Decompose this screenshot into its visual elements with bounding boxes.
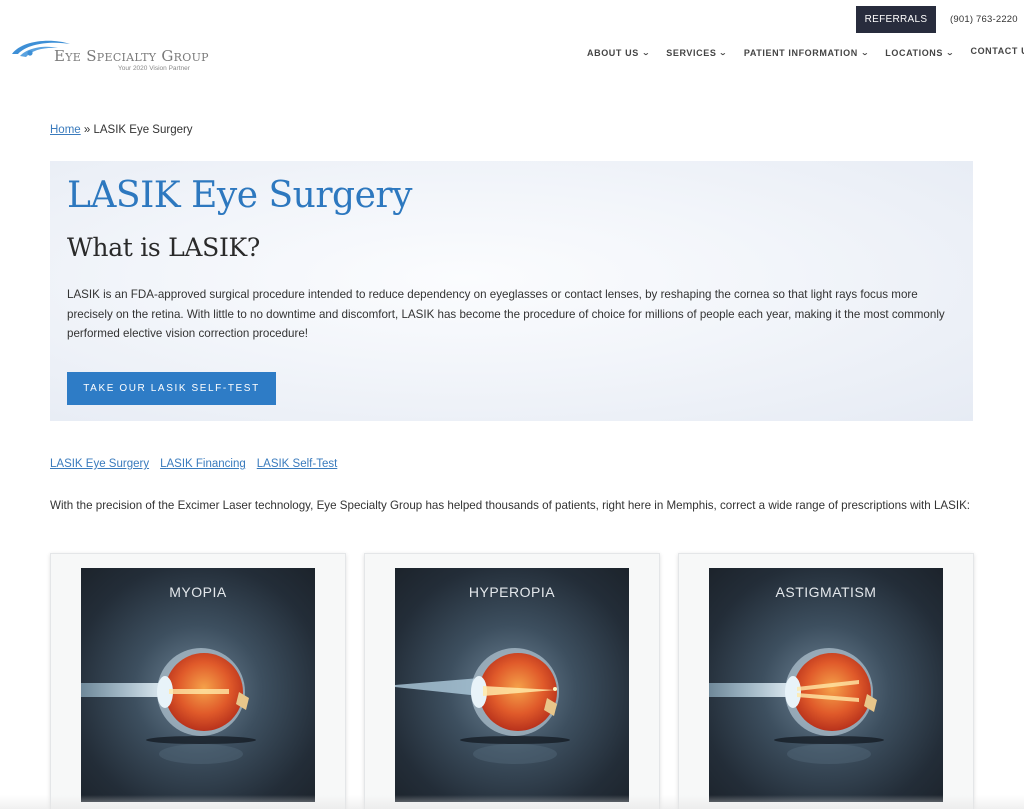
breadcrumb-current: LASIK Eye Surgery [93,124,193,136]
section-subtitle: What is LASIK? [67,233,261,262]
phone-number[interactable]: (901) 763-2220 [950,14,1018,25]
sublink-lasik-financing[interactable]: LASIK Financing [160,458,246,470]
nav-item-contact-us[interactable]: CONTACT US [970,46,1024,56]
card-label: ASTIGMATISM [775,584,877,600]
chevron-down-icon: ⌄ [945,50,955,57]
nav-label: CONTACT US [970,46,1024,56]
page-title: LASIK Eye Surgery [67,175,412,216]
card-label: HYPEROPIA [468,584,556,600]
nav-item-about-us[interactable]: ABOUT US ⌄ [587,48,651,58]
condition-card-astigmatism[interactable]: ASTIGMATISM [678,553,974,809]
main-nav: ABOUT US ⌄ SERVICES ⌄ PATIENT INFORMATIO… [587,46,1024,58]
lasik-self-test-button[interactable]: TAKE OUR LASIK SELF-TEST [67,372,276,405]
nav-item-services[interactable]: SERVICES ⌄ [666,48,727,58]
breadcrumb: Home » LASIK Eye Surgery [50,124,193,136]
logo-name: Eye Specialty Group [54,47,209,65]
logo-tagline: Your 2020 Vision Partner [118,65,190,72]
eye-diagram-icon [709,648,884,764]
card-label: MYOPIA [169,584,227,600]
hyperopia-eye-image: HYPEROPIA [395,568,629,802]
condition-card-hyperopia[interactable]: HYPEROPIA [364,553,660,809]
eye-diagram-icon [81,648,256,764]
sublink-lasik-self-test[interactable]: LASIK Self-Test [257,458,338,470]
sublink-lasik-eye-surgery[interactable]: LASIK Eye Surgery [50,458,149,470]
chevron-down-icon: ⌄ [719,50,729,57]
nav-item-locations[interactable]: LOCATIONS ⌄ [885,48,955,58]
breadcrumb-home-link[interactable]: Home [50,124,81,136]
intro-paragraph: With the precision of the Excimer Laser … [50,499,971,512]
eye-diagram-icon [395,648,570,764]
lasik-sublinks: LASIK Eye Surgery LASIK Financing LASIK … [50,458,348,470]
myopia-eye-image: MYOPIA [81,568,315,802]
referrals-button[interactable]: REFERRALS [856,6,936,33]
chevron-down-icon: ⌄ [860,50,870,57]
condition-card-myopia[interactable]: MYOPIA [50,553,346,809]
nav-label: LOCATIONS [885,48,943,58]
breadcrumb-separator: » [80,124,94,136]
astigmatism-eye-image: ASTIGMATISM [709,568,943,802]
logo[interactable]: Eye Specialty Group Your 2020 Vision Par… [8,36,218,80]
nav-label: PATIENT INFORMATION [743,48,858,58]
nav-label: ABOUT US [587,48,639,58]
nav-label: SERVICES [666,48,717,58]
chevron-down-icon: ⌄ [641,50,651,57]
hero-description: LASIK is an FDA-approved surgical proced… [67,288,945,340]
nav-item-patient-information[interactable]: PATIENT INFORMATION ⌄ [743,48,870,58]
hero-section: LASIK Eye Surgery What is LASIK? LASIK i… [50,161,973,421]
